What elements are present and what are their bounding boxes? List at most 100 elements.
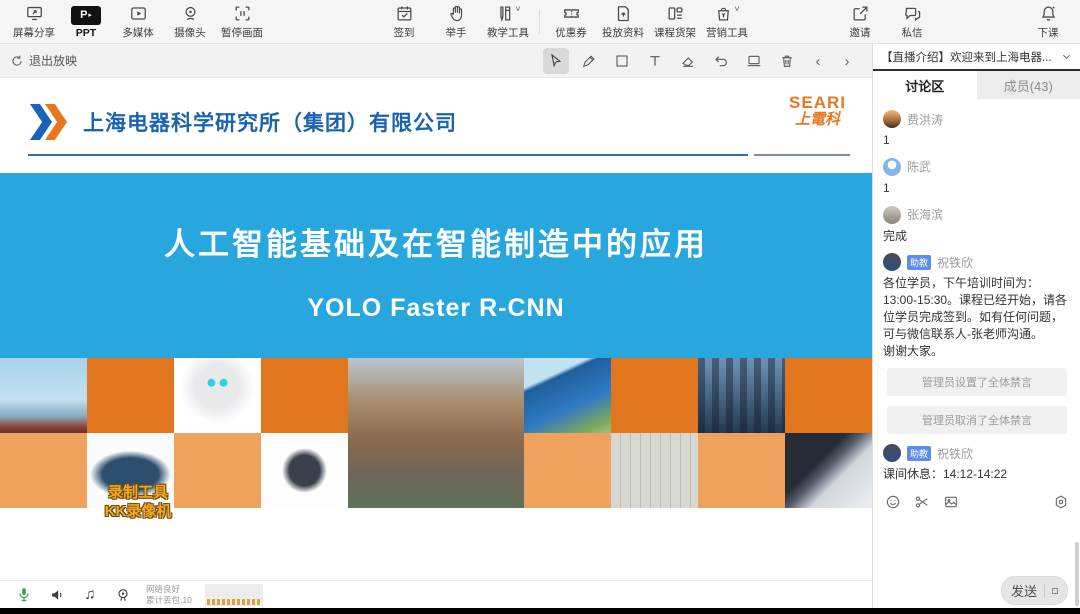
emoji-button[interactable] [885,494,901,510]
prev-slide-button[interactable]: ‹ [807,53,829,70]
course-shelf-icon [666,4,685,23]
private-message-icon [903,4,922,23]
network-histogram [205,584,263,606]
system-message: 管理员取消了全体禁言 [887,406,1067,434]
chat-message-input[interactable] [873,514,1079,574]
orange-tile [785,358,872,433]
course-shelf-label: 课程货架 [654,25,696,40]
toolbar-group-social: 邀请 私信 [834,0,938,44]
camera-icon [181,4,200,23]
orange-tile [87,358,174,433]
chat-message: 张海滨 完成 [883,206,1071,245]
sign-in-icon [395,4,414,23]
course-shelf-button[interactable]: 课程货架 [649,0,701,44]
private-message-button[interactable]: 私信 [886,0,938,44]
undo-tool[interactable] [708,48,734,74]
orange-tile [698,433,785,508]
materials-button[interactable]: 投放资料 [597,0,649,44]
send-options-icon[interactable] [1052,588,1058,594]
scrollbar-thumb[interactable] [1075,542,1079,606]
tab-members[interactable]: 成员(43) [977,71,1080,99]
next-slide-button[interactable]: › [836,53,858,70]
top-toolbar: 屏幕分享 P▸ PPT 多媒体 摄像头 [0,0,1080,44]
pause-frame-icon [233,4,252,23]
pause-frame-button[interactable]: 暂停画面 [216,0,268,44]
camera-status-button[interactable] [113,587,133,603]
screen-share-icon [25,4,44,23]
send-button[interactable]: 发送 [1001,576,1068,605]
exit-presentation-button[interactable]: 退出放映 [10,52,77,69]
sidebar-tabs: 讨论区 成员(43) [873,71,1080,99]
sign-in-label: 签到 [394,25,415,40]
photo-circuit-breaker [261,433,348,508]
marketing-icon: ˅ [714,4,739,23]
microphone-button[interactable] [14,586,34,603]
raise-hand-icon [447,4,466,23]
letterbox-bar [0,608,1080,614]
multimedia-button[interactable]: 多媒体 [112,0,164,44]
slide-title-block: 人工智能基础及在智能制造中的应用 YOLO Faster R-CNN [0,173,872,358]
system-message: 管理员设置了全体禁言 [887,368,1067,396]
image-button[interactable] [943,494,959,510]
rectangle-tool[interactable] [609,48,635,74]
webcam-button[interactable]: 摄像头 [164,0,216,44]
seari-logo: SEARI 上電科 [789,94,846,128]
coupon-button[interactable]: 优惠券 [545,0,597,44]
chat-text: 各位学员，下午培训时间为：13:00-15:30。课程已经开始，请各位学员完成签… [883,275,1071,359]
avatar [883,206,901,224]
orange-tile [524,433,611,508]
marketing-tools-label: 营销工具 [706,25,748,40]
whiteboard-tool[interactable] [741,48,767,74]
pointer-tool[interactable] [543,48,569,74]
chat-input-toolbar [873,490,1080,514]
slide-subtitle: YOLO Faster R-CNN [0,294,872,323]
music-button[interactable]: ♫ [80,586,100,603]
exit-presentation-label: 退出放映 [29,52,77,69]
marketing-tools-button[interactable]: ˅ 营销工具 [701,0,753,44]
text-tool[interactable] [642,48,668,74]
speaker-button[interactable] [47,587,67,603]
photo-white-car [785,433,872,508]
header-rule [28,154,748,156]
photo-institute-building [348,358,524,508]
double-chevron-icon [30,104,67,140]
ppt-label: PPT [76,27,96,39]
tab-discussion[interactable]: 讨论区 [873,71,977,99]
chat-username: 张海滨 [907,206,943,223]
send-divider [1044,584,1045,598]
sign-in-button[interactable]: 签到 [378,0,430,44]
orange-tile [0,433,87,508]
slide-header: 上海电器科学研究所（集团）有限公司 [30,104,457,140]
materials-label: 投放资料 [602,25,644,40]
chat-settings-gear-icon[interactable] [1053,494,1069,510]
teaching-tools-icon: ˅ [495,4,520,23]
chat-message: 费洪涛 1 [883,110,1071,149]
network-status: 网络良好 累计丢包:10 [146,584,192,605]
chat-username: 祝铁欣 [937,445,973,462]
avatar [883,253,901,271]
end-class-button[interactable]: 下课 [1022,0,1074,44]
screen-share-button[interactable]: 屏幕分享 [8,0,60,44]
photo-wind-turbine [0,358,87,433]
pause-frame-label: 暂停画面 [221,25,263,40]
chat-text: 课间休息：14:12-14:22 [883,466,1071,483]
pen-tool[interactable] [576,48,602,74]
eraser-tool[interactable] [675,48,701,74]
chat-text: 1 [883,180,1071,197]
live-teaching-app: 屏幕分享 P▸ PPT 多媒体 摄像头 [0,0,1080,614]
toolbar-divider [539,10,540,34]
chat-message-list[interactable]: 费洪涛 1 陈武 1 张海滨 完成 助教 祝铁欣 各位学员，下午培训时间为：13… [873,100,1080,490]
ppt-button[interactable]: P▸ PPT [60,0,112,44]
send-label: 发送 [1011,581,1037,600]
invite-button[interactable]: 邀请 [834,0,886,44]
teaching-tools-button[interactable]: ˅ 教学工具 [482,0,534,44]
company-name: 上海电器科学研究所（集团）有限公司 [83,107,457,137]
orange-tile [261,358,348,433]
live-intro-header[interactable]: 【直播介绍】欢迎来到上海电器... [873,44,1080,71]
trash-tool[interactable] [774,48,800,74]
screenshot-scissors-button[interactable] [914,494,930,510]
ppt-icon: P▸ [71,6,101,25]
raise-hand-button[interactable]: 举手 [430,0,482,44]
annotation-toolbar: ‹ › [543,48,858,74]
chat-sidebar: 【直播介绍】欢迎来到上海电器... 讨论区 成员(43) 费洪涛 1 陈武 1 [872,44,1080,608]
